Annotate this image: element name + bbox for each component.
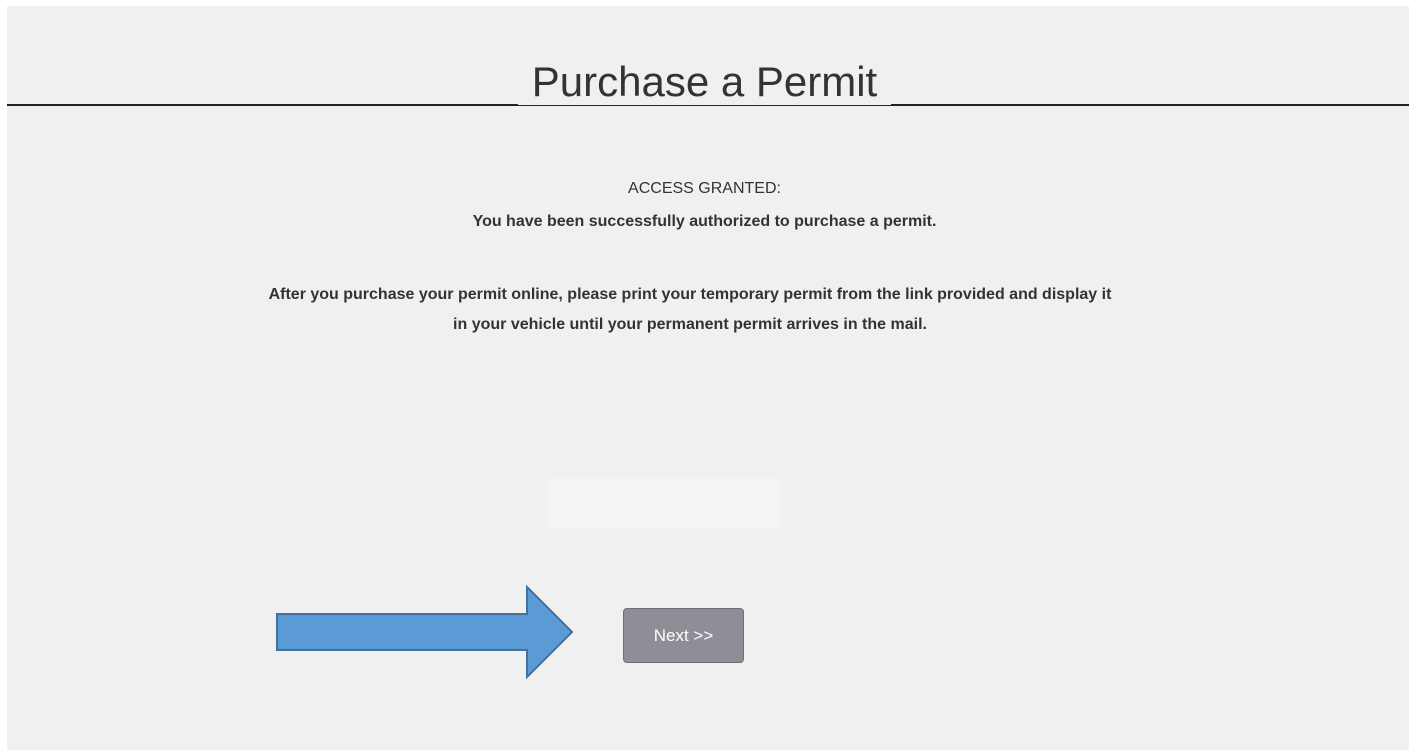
- arrow-right-icon: [276, 584, 574, 680]
- instructions-line-2: in your vehicle until your permanent per…: [453, 316, 927, 333]
- empty-panel: [548, 477, 780, 529]
- instructions-line-1: After you purchase your permit online, p…: [268, 286, 1112, 303]
- page-title: Purchase a Permit: [517, 58, 892, 105]
- access-status: ACCESS GRANTED:: [628, 180, 781, 197]
- arrow-shape: [276, 584, 574, 680]
- purchase-instructions: After you purchase your permit online, p…: [90, 280, 1290, 340]
- authorization-message: You have been successfully authorized to…: [472, 213, 937, 230]
- page-title-wrapper: Purchase a Permit: [0, 58, 1409, 106]
- next-button[interactable]: Next >>: [623, 608, 744, 663]
